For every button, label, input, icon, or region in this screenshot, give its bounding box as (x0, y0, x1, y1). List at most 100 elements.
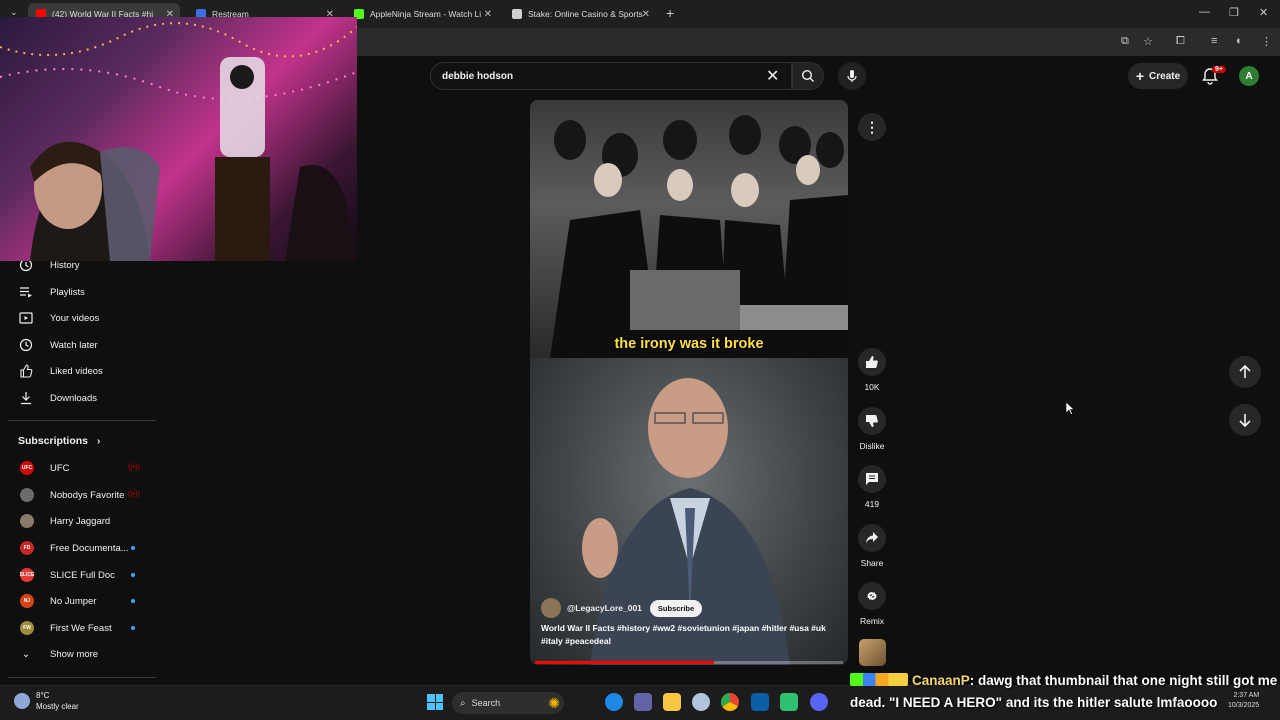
subscription-free-documentary[interactable]: FD Free Documenta... (20, 538, 135, 558)
windows-logo-icon (427, 694, 435, 702)
file-explorer-icon[interactable] (663, 693, 681, 711)
app-icon[interactable] (751, 693, 769, 711)
thumbs-down-icon (866, 415, 878, 427)
start-button[interactable] (427, 694, 443, 710)
weather-condition: Mostly clear (36, 702, 79, 711)
new-tab-button[interactable]: + (666, 5, 674, 21)
close-tab-icon[interactable]: ✕ (484, 9, 492, 20)
subscription-label: SLICE Full Doc (50, 569, 115, 581)
tab-label: Stake: Online Casino & Sports (528, 9, 643, 19)
kebab-menu-icon: ⋮ (865, 118, 879, 135)
subscription-harry-jaggard[interactable]: Harry Jaggard (20, 511, 110, 531)
menu-kebab-icon[interactable]: ⋮ (1261, 35, 1272, 48)
mouse-cursor-icon (1066, 402, 1075, 415)
share-button[interactable]: Share (858, 524, 886, 568)
subscriptions-heading[interactable]: Subscriptions › (18, 435, 100, 447)
channel-avatar: FD (20, 541, 34, 555)
tab-label: AppleNinja Stream - Watch Li (370, 9, 482, 19)
watch-later-icon (18, 337, 34, 353)
chat-badges-icon (850, 673, 908, 686)
show-more-button[interactable]: ⌄ Show more (18, 643, 98, 665)
sidebar-item-your-videos[interactable]: Your videos (18, 307, 99, 329)
sidebar-item-liked-videos[interactable]: Liked videos (18, 360, 103, 382)
show-more-label: Show more (50, 648, 99, 660)
video-progress-fill (535, 661, 714, 664)
app-icon[interactable] (780, 693, 798, 711)
video-progress-bar[interactable] (535, 661, 843, 664)
chevron-right-icon: › (96, 436, 101, 447)
tab-stake[interactable]: Stake: Online Casino & Sports ✕ (504, 3, 656, 25)
channel-avatar (20, 488, 34, 502)
search-input-value: debbie hodson (442, 70, 514, 82)
thumbs-up-icon (866, 356, 878, 368)
taskbar-search[interactable]: ⌕ Search ✺ (452, 692, 564, 714)
arrow-up-icon (1239, 365, 1251, 378)
clear-search-icon[interactable]: ✕ (766, 66, 779, 86)
sidebar-divider (8, 420, 156, 421)
subscribe-button[interactable]: Subscribe (649, 599, 703, 617)
tab-appleninja[interactable]: AppleNinja Stream - Watch Li ✕ (346, 3, 498, 25)
subscription-ufc[interactable]: UFC UFC ((•)) (20, 458, 140, 478)
streamer-webcam-overlay (0, 17, 357, 261)
audio-track-thumbnail[interactable] (859, 639, 886, 666)
share-icon (866, 532, 878, 544)
channel-avatar[interactable] (541, 598, 561, 618)
account-avatar[interactable]: A (1239, 66, 1259, 86)
channel-avatar: UFC (20, 461, 34, 475)
channel-name[interactable]: @LegacyLore_001 (567, 603, 642, 613)
chrome-icon[interactable] (721, 693, 739, 711)
voice-search-button[interactable] (838, 62, 866, 90)
sidebar-item-label: Your videos (50, 312, 100, 324)
install-app-icon[interactable]: ⧉ (1121, 35, 1129, 48)
weather-widget[interactable]: 8°C Mostly clear (14, 690, 79, 712)
bookmark-star-icon[interactable]: ☆ (1143, 35, 1153, 48)
media-controls-icon[interactable]: ≡ (1211, 35, 1217, 47)
sidebar-item-watch-later[interactable]: Watch later (18, 334, 98, 356)
close-tab-icon[interactable]: ✕ (642, 9, 650, 20)
subscription-no-jumper[interactable]: NJ No Jumper (20, 591, 135, 611)
new-content-dot (131, 626, 135, 630)
channel-avatar: FW (20, 621, 34, 635)
subscription-slice-full-doc[interactable]: SLICE SLICE Full Doc (20, 565, 135, 585)
channel-avatar: NJ (20, 594, 34, 608)
liked-videos-icon (18, 363, 34, 379)
discord-icon[interactable] (810, 693, 828, 711)
new-content-dot (131, 546, 135, 550)
subscription-label: Harry Jaggard (50, 515, 111, 527)
stream-chat-message: CanaanP: dawg that thumbnail that one ni… (850, 670, 1280, 714)
sidebar-item-downloads[interactable]: Downloads (18, 387, 97, 409)
more-options-button[interactable]: ⋮ (858, 113, 886, 141)
taskbar-search-label: Search (471, 698, 501, 708)
minimize-icon[interactable]: — (1199, 6, 1210, 18)
search-button[interactable] (792, 62, 824, 90)
comment-count: 419 (864, 499, 880, 509)
teams-icon[interactable] (634, 693, 652, 711)
search-input[interactable]: debbie hodson (430, 62, 792, 90)
app-icon[interactable] (692, 693, 710, 711)
subscription-nobodys-favorite[interactable]: Nobodys Favorite ((•)) (20, 485, 140, 505)
notification-count-badge: 9+ (1212, 66, 1226, 73)
downloads-icon (18, 390, 34, 406)
chat-username: CanaanP (912, 673, 970, 688)
sidebar-item-playlists[interactable]: Playlists (18, 281, 85, 303)
subscription-label: Nobodys Favorite (50, 489, 125, 501)
subscription-first-we-feast[interactable]: FW First We Feast (20, 618, 135, 638)
remix-button[interactable]: Remix (858, 582, 886, 626)
close-window-icon[interactable]: ✕ (1259, 6, 1268, 19)
extensions-icon[interactable]: ⧠ (1176, 35, 1185, 48)
previous-short-button[interactable] (1229, 356, 1261, 388)
remix-label: Remix (859, 616, 885, 626)
dislike-label: Dislike (859, 441, 885, 451)
like-button[interactable]: 10K (858, 348, 886, 392)
create-button[interactable]: + Create (1128, 63, 1188, 89)
shorts-video-player[interactable]: the irony was it broke @LegacyLore_001 S… (530, 100, 848, 665)
maximize-icon[interactable]: ❐ (1229, 6, 1239, 19)
dislike-button[interactable]: Dislike (858, 407, 886, 451)
profile-icon[interactable]: ◐ (1236, 35, 1243, 47)
video-title[interactable]: World War II Facts #history #ww2 #soviet… (541, 622, 831, 648)
next-short-button[interactable] (1229, 404, 1261, 436)
edge-browser-icon[interactable] (605, 693, 623, 711)
comments-button[interactable]: 419 (858, 465, 886, 509)
new-content-dot (131, 573, 135, 577)
archival-footage-frame (530, 100, 848, 358)
